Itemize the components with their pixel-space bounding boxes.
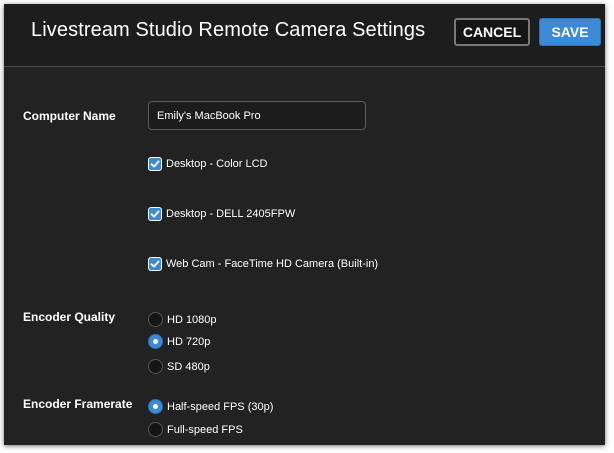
encoder-quality-label: Encoder Quality xyxy=(23,310,116,324)
page-title: Livestream Studio Remote Camera Settings xyxy=(31,19,426,41)
quality-option-label: HD 1080p xyxy=(167,313,217,326)
checkbox[interactable] xyxy=(148,207,162,221)
quality-option-480p[interactable]: SD 480p xyxy=(148,359,210,374)
radio-button[interactable] xyxy=(148,422,163,437)
checkbox[interactable] xyxy=(148,257,162,271)
quality-option-720p[interactable]: HD 720p xyxy=(148,334,210,349)
checkmark-icon xyxy=(149,208,161,220)
camera-option-color-lcd[interactable]: Desktop - Color LCD xyxy=(148,157,267,171)
radio-button-selected[interactable] xyxy=(148,334,163,349)
computer-name-label: Computer Name xyxy=(23,109,116,123)
camera-option-label: Desktop - DELL 2405FPW xyxy=(166,208,296,220)
quality-option-label: HD 720p xyxy=(167,335,211,348)
computer-name-value: Emily's MacBook Pro xyxy=(157,109,261,122)
save-button[interactable]: SAVE xyxy=(539,18,601,46)
radio-button[interactable] xyxy=(148,359,163,374)
encoder-framerate-label: Encoder Framerate xyxy=(23,397,133,411)
settings-dialog: Livestream Studio Remote Camera Settings… xyxy=(4,4,605,445)
camera-option-label: Desktop - Color LCD xyxy=(166,158,268,170)
checkmark-icon xyxy=(149,258,161,270)
framerate-option-label: Full-speed FPS xyxy=(167,423,243,436)
cancel-button[interactable]: CANCEL xyxy=(454,18,530,46)
checkbox[interactable] xyxy=(148,157,162,171)
quality-option-1080p[interactable]: HD 1080p xyxy=(148,312,217,327)
computer-name-input[interactable]: Emily's MacBook Pro xyxy=(148,101,366,130)
radio-button-selected[interactable] xyxy=(148,399,163,414)
camera-option-dell[interactable]: Desktop - DELL 2405FPW xyxy=(148,207,295,221)
checkmark-icon xyxy=(149,158,161,170)
framerate-option-half[interactable]: Half-speed FPS (30p) xyxy=(148,399,273,414)
quality-option-label: SD 480p xyxy=(167,360,210,373)
camera-option-facetime[interactable]: Web Cam - FaceTime HD Camera (Built-in) xyxy=(148,257,378,271)
dialog-header: Livestream Studio Remote Camera Settings… xyxy=(4,4,605,67)
camera-option-label: Web Cam - FaceTime HD Camera (Built-in) xyxy=(166,258,379,270)
radio-button[interactable] xyxy=(148,312,163,327)
framerate-option-label: Half-speed FPS (30p) xyxy=(167,400,274,413)
framerate-option-full[interactable]: Full-speed FPS xyxy=(148,422,243,437)
